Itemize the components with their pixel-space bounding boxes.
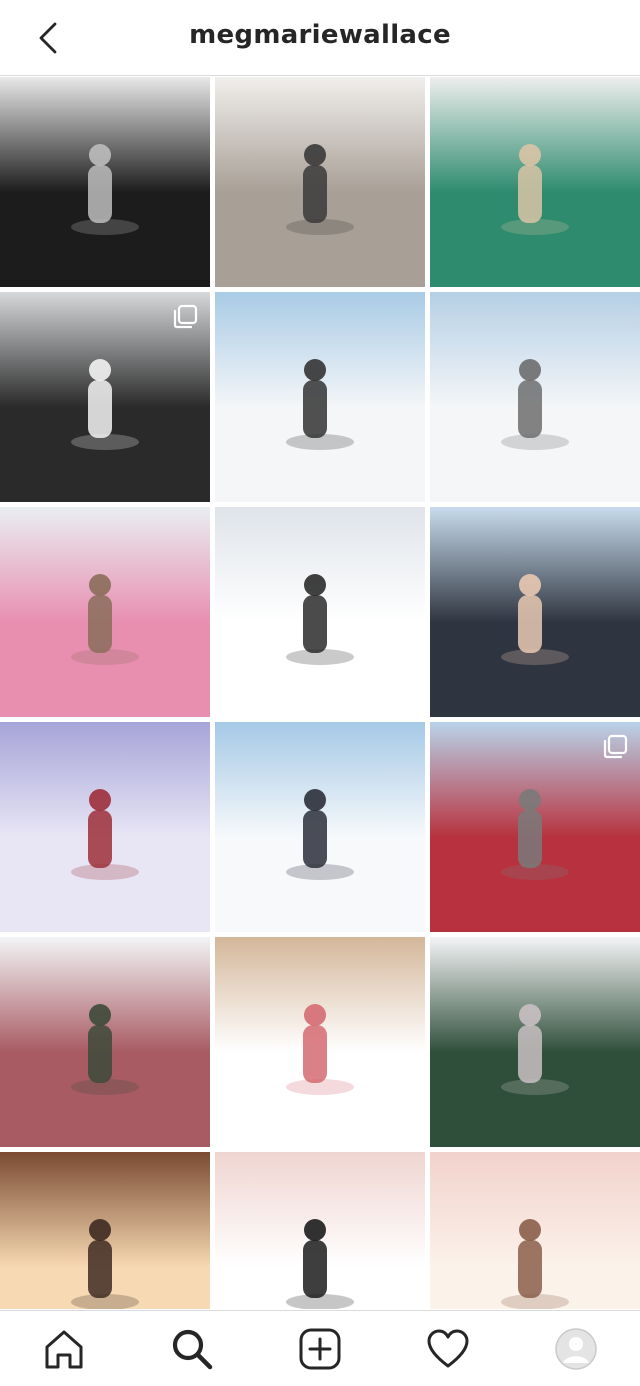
- photo-thumbnail-sunglasses-selfie[interactable]: [430, 507, 640, 717]
- photo-thumbnail-group-mountain[interactable]: [215, 507, 425, 717]
- photo-image: [0, 77, 210, 287]
- photo-image: [0, 507, 210, 717]
- nav-activity-button[interactable]: [416, 1317, 480, 1381]
- profile-avatar: [555, 1327, 597, 1370]
- photo-thumbnail-ice-rink-kids[interactable]: [0, 507, 210, 717]
- bottom-navigation-bar: [0, 1310, 640, 1386]
- top-bar: megmariewallace: [0, 0, 640, 76]
- photo-image: [430, 77, 640, 287]
- nav-new-post-button[interactable]: [288, 1317, 352, 1381]
- multiple-photos-icon: [173, 304, 198, 329]
- photo-thumbnail-purple-storefront[interactable]: [0, 722, 210, 932]
- photo-thumbnail-car-interior[interactable]: [0, 77, 210, 287]
- home-icon: [45, 1330, 83, 1368]
- photo-image: [215, 722, 425, 932]
- photo-thumbnail-cabin-interior[interactable]: [0, 1152, 210, 1309]
- nav-profile-button[interactable]: [544, 1317, 608, 1381]
- photo-image: [215, 77, 425, 287]
- photo-thumbnail-red-building[interactable]: [430, 722, 640, 932]
- photo-thumbnail-snowy-river[interactable]: [430, 292, 640, 502]
- nav-home-button[interactable]: [32, 1317, 96, 1381]
- photo-image: [215, 292, 425, 502]
- photo-image: [430, 1152, 640, 1309]
- photo-thumbnail-living-room[interactable]: [215, 77, 425, 287]
- photo-image: [215, 1152, 425, 1309]
- photo-image: [430, 937, 640, 1147]
- explore-photo-grid: [0, 77, 640, 1309]
- photo-thumbnail-father-daughter[interactable]: [215, 722, 425, 932]
- profile-username-title: megmariewallace: [189, 20, 451, 50]
- photo-thumbnail-woman-snow-dress[interactable]: [0, 937, 210, 1147]
- photo-image: [0, 937, 210, 1147]
- photo-thumbnail-bath-tub-kids[interactable]: [215, 937, 425, 1147]
- photo-thumbnail-utv-porch[interactable]: [0, 292, 210, 502]
- photo-image: [0, 1152, 210, 1309]
- photo-image: [215, 937, 425, 1147]
- photo-thumbnail-ring-light-room[interactable]: [215, 1152, 425, 1309]
- photo-thumbnail-mother-child-snow[interactable]: [430, 937, 640, 1147]
- photo-image: [430, 292, 640, 502]
- photo-image: [215, 507, 425, 717]
- nav-search-button[interactable]: [160, 1317, 224, 1381]
- photo-thumbnail-mountain-family[interactable]: [215, 292, 425, 502]
- new-post-icon: [299, 1328, 341, 1369]
- photo-image: [430, 507, 640, 717]
- photo-thumbnail-kids-playing[interactable]: [430, 77, 640, 287]
- photo-image: [0, 722, 210, 932]
- multiple-photos-icon: [603, 734, 628, 759]
- heart-icon: [427, 1329, 469, 1367]
- search-icon: [172, 1329, 213, 1369]
- photo-thumbnail-pink-living-room[interactable]: [430, 1152, 640, 1309]
